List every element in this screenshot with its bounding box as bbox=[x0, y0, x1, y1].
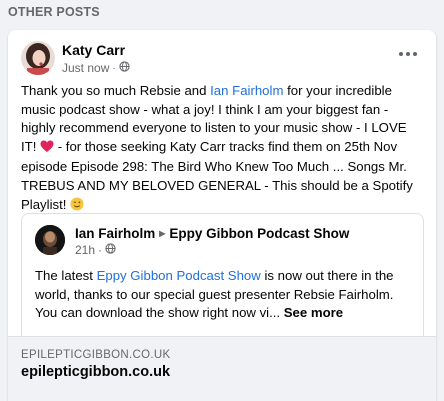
shared-header: Ian Fairholm ▶ Eppy Gibbon Podcast Show bbox=[75, 226, 349, 241]
shared-page-name[interactable]: Eppy Gibbon Podcast Show bbox=[169, 226, 349, 241]
section-header-other-posts: OTHER POSTS bbox=[8, 5, 100, 19]
globe-icon bbox=[119, 61, 130, 75]
link-preview-title[interactable]: epilepticgibbon.co.uk bbox=[21, 364, 170, 380]
shared-text: The latest Eppy Gibbon Podcast Show is n… bbox=[35, 267, 415, 323]
link-preview-domain: EPILEPTICGIBBON.CO.UK bbox=[21, 349, 171, 361]
post-time[interactable]: Just now bbox=[62, 61, 109, 75]
post-meta: Just now · bbox=[62, 61, 130, 75]
meta-separator: · bbox=[112, 62, 116, 74]
heart-emoji bbox=[40, 140, 54, 159]
shared-author-name[interactable]: Ian Fairholm bbox=[75, 226, 155, 241]
post-text-part: Thank you so much Rebsie and bbox=[21, 83, 211, 98]
shared-page-link[interactable]: Eppy Gibbon Podcast Show bbox=[97, 268, 261, 283]
see-more-link[interactable]: See more bbox=[284, 305, 343, 320]
mention-link-ian-fairholm[interactable]: Ian Fairholm bbox=[210, 83, 283, 98]
meta-separator: · bbox=[98, 243, 103, 257]
author-avatar[interactable] bbox=[21, 41, 55, 75]
shared-meta: 21h · bbox=[75, 243, 116, 257]
post-card: Katy Carr Just now · Thank you so much R… bbox=[8, 30, 436, 401]
shared-time[interactable]: 21h bbox=[75, 243, 95, 257]
post-text: Thank you so much Rebsie and Ian Fairhol… bbox=[21, 82, 425, 216]
link-preview[interactable]: EPILEPTICGIBBON.CO.UK epilepticgibbon.co… bbox=[8, 336, 436, 401]
author-name[interactable]: Katy Carr bbox=[62, 42, 125, 58]
shared-author-avatar[interactable] bbox=[35, 225, 65, 255]
more-horizontal-icon[interactable] bbox=[396, 46, 420, 62]
globe-icon bbox=[105, 243, 116, 257]
triangle-right-icon: ▶ bbox=[159, 229, 166, 238]
shared-text-part: The latest bbox=[35, 268, 97, 283]
